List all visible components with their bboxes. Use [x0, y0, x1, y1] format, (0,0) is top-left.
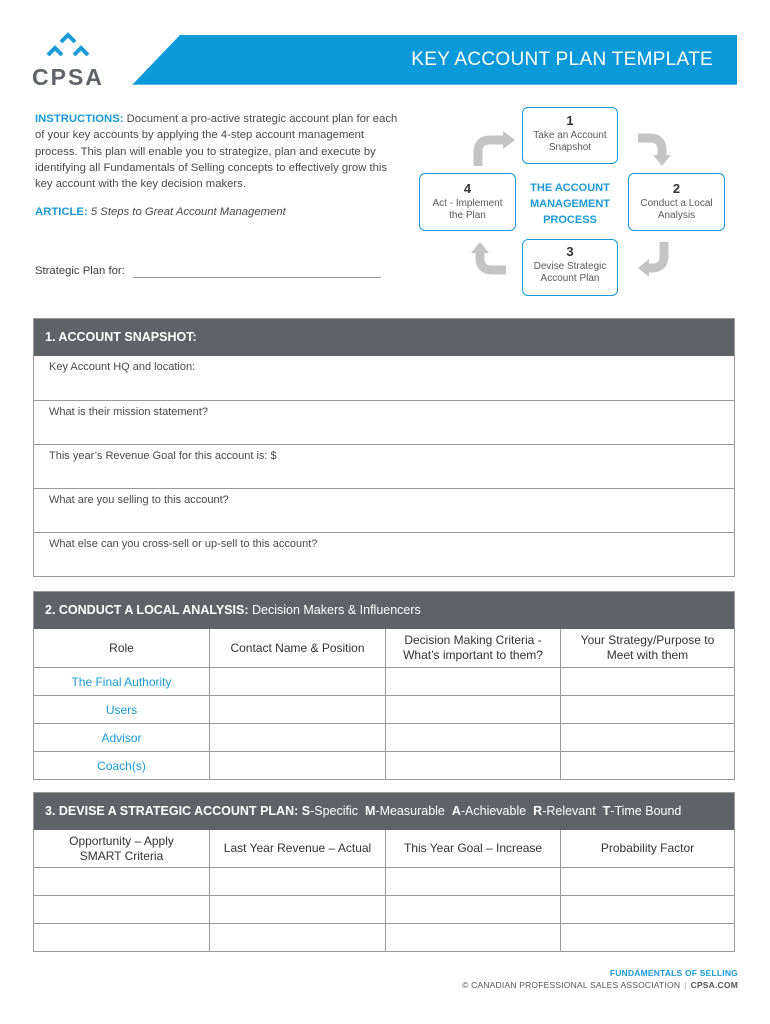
strategic-plan-field[interactable]: [133, 277, 381, 278]
logo-chevrons-icon: [46, 32, 90, 57]
table-cell[interactable]: [385, 751, 560, 779]
role-cell: The Final Authority: [34, 667, 209, 695]
curved-arrow-icon: [471, 242, 506, 275]
curved-arrow-icon: [638, 242, 669, 277]
column-header-role: Role: [109, 640, 134, 655]
process-title: THE ACCOUNT MANAGEMENT PROCESS: [529, 182, 611, 226]
column-header-contact: Contact Name & Position: [209, 629, 385, 667]
section-header: 3. DEVISE A STRATEGIC ACCOUNT PLAN: S-Sp…: [34, 793, 734, 830]
cross-sell-field[interactable]: What else can you cross-sell or up-sell …: [34, 532, 734, 576]
table-cell[interactable]: [560, 867, 734, 895]
strategic-plan-label: Strategic Plan for:: [35, 265, 125, 277]
table-cell[interactable]: [560, 667, 734, 695]
table-cell[interactable]: [209, 667, 385, 695]
title-banner: KEY ACCOUNT PLAN TEMPLATE: [132, 35, 737, 85]
table-cell[interactable]: [385, 923, 560, 951]
table-cell[interactable]: [385, 867, 560, 895]
table-cell[interactable]: [385, 895, 560, 923]
section-header: 1. ACCOUNT SNAPSHOT:: [34, 319, 734, 356]
table-body: [34, 867, 734, 951]
mission-statement-field[interactable]: What is their mission statement?: [34, 400, 734, 444]
table-cell[interactable]: [560, 923, 734, 951]
role-cell: Advisor: [34, 723, 209, 751]
table-header: Role Contact Name & Position Decision Ma…: [34, 629, 734, 667]
cpsa-logo: CPSA: [30, 30, 110, 90]
column-header-strategy: Your Strategy/Purpose to Meet with them: [560, 629, 734, 667]
table-cell[interactable]: [209, 695, 385, 723]
table-cell[interactable]: [34, 895, 209, 923]
column-header-last-year: Last Year Revenue – Actual: [209, 830, 385, 867]
footer-copyright: © CANADIAN PROFESSIONAL SALES ASSOCIATIO…: [462, 980, 738, 990]
column-header-opportunity: Opportunity – Apply SMART Criteria: [69, 833, 174, 863]
article-link[interactable]: ARTICLE: 5 Steps to Great Account Manage…: [35, 206, 286, 218]
table-cell[interactable]: [34, 867, 209, 895]
hq-location-field[interactable]: Key Account HQ and location:: [34, 356, 734, 400]
table-cell[interactable]: [560, 751, 734, 779]
page-title: KEY ACCOUNT PLAN TEMPLATE: [411, 49, 713, 70]
selling-field[interactable]: What are you selling to this account?: [34, 488, 734, 532]
table-header: Opportunity – Apply SMART Criteria Last Y…: [34, 830, 734, 867]
curved-arrow-icon: [638, 133, 671, 166]
article-title[interactable]: 5 Steps to Great Account Management: [91, 206, 286, 218]
column-header-this-year: This Year Goal – Increase: [385, 830, 560, 867]
process-step-1: 1 Take an Account Snapshot: [522, 107, 618, 164]
column-header-probability: Probability Factor: [560, 830, 734, 867]
process-step-2: 2 Conduct a Local Analysis: [628, 173, 725, 231]
curved-arrow-icon: [473, 131, 515, 166]
local-analysis-section: 2. CONDUCT A LOCAL ANALYSIS: Decision Ma…: [33, 591, 735, 780]
table-cell[interactable]: [209, 723, 385, 751]
table-cell[interactable]: [560, 723, 734, 751]
role-cell: Users: [34, 695, 209, 723]
strategic-plan-section: 3. DEVISE A STRATEGIC ACCOUNT PLAN: S-Sp…: [33, 792, 735, 952]
role-cell: Coach(s): [34, 751, 209, 779]
table-cell[interactable]: [209, 923, 385, 951]
table-body: The Final Authority Users Advisor Coach(…: [34, 667, 734, 779]
footer-tagline: FUNDAMENTALS OF SELLING: [609, 968, 738, 978]
table-cell[interactable]: [385, 667, 560, 695]
table-cell[interactable]: [560, 695, 734, 723]
account-snapshot-section: 1. ACCOUNT SNAPSHOT: Key Account HQ and …: [33, 318, 735, 577]
instructions-label: INSTRUCTIONS:: [35, 113, 124, 125]
table-cell[interactable]: [209, 867, 385, 895]
table-cell[interactable]: [385, 695, 560, 723]
table-cell[interactable]: [560, 895, 734, 923]
revenue-goal-field[interactable]: This year’s Revenue Goal for this accoun…: [34, 444, 734, 488]
footer-site-link[interactable]: CPSA.COM: [691, 980, 738, 990]
article-label: ARTICLE:: [35, 206, 88, 218]
process-step-4: 4 Act - Implement the Plan: [419, 173, 516, 231]
section-header: 2. CONDUCT A LOCAL ANALYSIS: Decision Ma…: [34, 592, 734, 629]
table-cell[interactable]: [34, 923, 209, 951]
column-header-criteria: Decision Making Criteria - What’s importa…: [385, 629, 560, 667]
table-cell[interactable]: [385, 723, 560, 751]
logo-text: CPSA: [32, 64, 104, 90]
table-cell[interactable]: [209, 751, 385, 779]
table-cell[interactable]: [209, 895, 385, 923]
instructions: INSTRUCTIONS: Document a pro-active stra…: [35, 111, 400, 192]
process-step-3: 3 Devise Strategic Account Plan: [522, 239, 618, 296]
